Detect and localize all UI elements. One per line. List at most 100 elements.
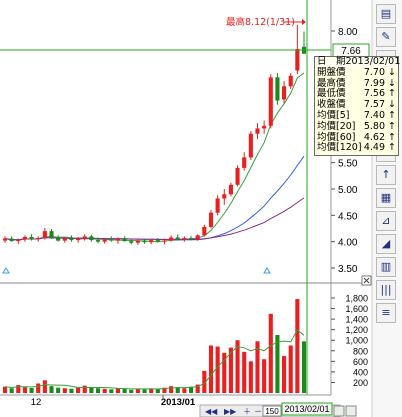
trend-arrow-icon: ↑ [388,120,396,132]
volume-bar[interactable] [135,389,140,393]
volume-bar[interactable] [208,345,214,394]
zoom-in-icon[interactable]: ＋ [243,407,251,416]
volume-tick-label: 1,600 [345,304,368,314]
volume-bar[interactable] [182,388,187,393]
volume-bar[interactable] [29,387,34,393]
candle-body [142,240,147,243]
volume-bar[interactable] [288,345,293,394]
eraser-icon[interactable]: ✎ [376,27,396,47]
vertical-lines-icon[interactable]: ||| [376,280,396,300]
candle[interactable] [275,73,280,105]
candle-body [242,157,247,168]
volume-bar[interactable] [122,388,127,393]
candle-body [22,236,27,240]
volume-bar[interactable] [282,356,287,393]
volume-bar[interactable] [42,380,47,393]
volume-bar[interactable] [301,341,307,393]
candle-body [268,77,273,126]
candle-body [215,198,220,213]
info-value-number: 4.49 [363,142,385,154]
candle-body [129,241,134,243]
candle-body [69,238,74,241]
scroll-home-icon[interactable] [345,405,357,417]
volume-bar[interactable] [169,386,174,393]
chart-type-icon[interactable]: ▤ [376,4,396,24]
volume-bar[interactable] [248,361,253,393]
grid-icon[interactable]: ▥ [376,257,396,277]
volume-bar[interactable] [56,387,61,393]
volume-bar[interactable] [142,389,147,393]
volume-bar[interactable] [275,334,280,393]
volume-bar[interactable] [242,351,247,393]
scroll-right-icon[interactable]: ▶▶ [224,407,237,416]
info-row-label: 開盤價 [317,66,346,78]
horizontal-lines-icon[interactable]: ≡ [376,303,396,323]
fan-icon[interactable]: ⊿ [376,211,396,231]
info-row-label: 均價[120] [317,142,362,154]
candle[interactable] [268,74,273,129]
info-rows: 開盤價 7.70 ↓ 最高價 7.99 ↓ 最低價 7.56 ↑ 收盤價 7.57 ↓ 均價[5… [315,66,398,154]
candle[interactable] [208,210,214,229]
candle-body [175,237,180,240]
candle[interactable] [235,165,240,187]
quote-info-panel: 日 期 2013/02/01 開盤價 7.70 ↓ 最高價 7.99 ↓ 最低價 7.56… [314,56,400,156]
volume-bar[interactable] [9,388,14,393]
candle-body [222,194,227,199]
volume-bar[interactable] [2,386,8,393]
candle-body [195,235,200,240]
zoom-out-icon[interactable]: － [254,407,262,416]
volume-bar[interactable] [36,383,41,394]
price-tick-label: 8.00 [338,27,358,38]
volume-bar[interactable] [215,346,220,393]
page-indicator: 150 [265,407,279,416]
volume-bar[interactable] [262,359,267,393]
volume-bar[interactable] [82,385,87,393]
volume-bar[interactable] [49,386,54,393]
trend-arrow-icon: ↑ [388,131,396,143]
volume-bar[interactable] [109,389,114,393]
volume-bar[interactable] [129,389,134,393]
volume-bar[interactable] [62,388,67,393]
trend-arrow-icon: ↑ [388,142,396,154]
candle-body [42,231,47,238]
cursor-date-label: 2013/02/01 [284,404,329,414]
volume-bar[interactable] [295,299,300,393]
candle-body [122,238,127,242]
candle-body [255,128,260,134]
candle-body [95,240,101,242]
info-row: 開盤價 7.70 ↓ [315,66,398,79]
price-tick-label: 5.00 [338,185,358,196]
bar-color-icon[interactable]: ▦ [376,188,396,208]
volume-bar[interactable] [89,387,94,393]
fill-icon[interactable]: ◢ [376,234,396,254]
candle-body [109,239,114,241]
volume-bar[interactable] [69,388,74,393]
candle-body [162,240,167,242]
candle-body [76,238,81,241]
candle-body [62,238,67,241]
scroll-end-icon[interactable] [333,405,345,417]
candle-body [169,237,174,241]
volume-tick-label: 400 [353,367,368,377]
arrow-icon[interactable]: ↑ [376,165,396,185]
price-tick-label: 4.50 [338,211,358,222]
candle-body [49,231,54,238]
candle-body [115,238,121,241]
candle[interactable] [248,131,253,161]
volume-bar[interactable] [95,388,101,393]
info-row: 均價[120] 4.49 ↑ [315,142,398,154]
trend-arrow-icon: ↑ [388,109,396,121]
candle-body [182,237,187,240]
candle-body [275,77,280,101]
volume-tick-label: 800 [353,346,368,356]
info-value-number: 7.99 [363,77,385,89]
volume-bar[interactable] [22,387,27,393]
candle-body [202,226,207,236]
info-value-number: 5.80 [363,120,385,132]
volume-bar[interactable] [102,388,107,393]
scroll-left-icon[interactable]: ◀◀ [205,407,218,416]
volume-tick-label: 600 [353,357,368,367]
volume-bar[interactable] [268,313,273,393]
volume-bars[interactable] [2,299,307,394]
candle-body [29,236,34,240]
